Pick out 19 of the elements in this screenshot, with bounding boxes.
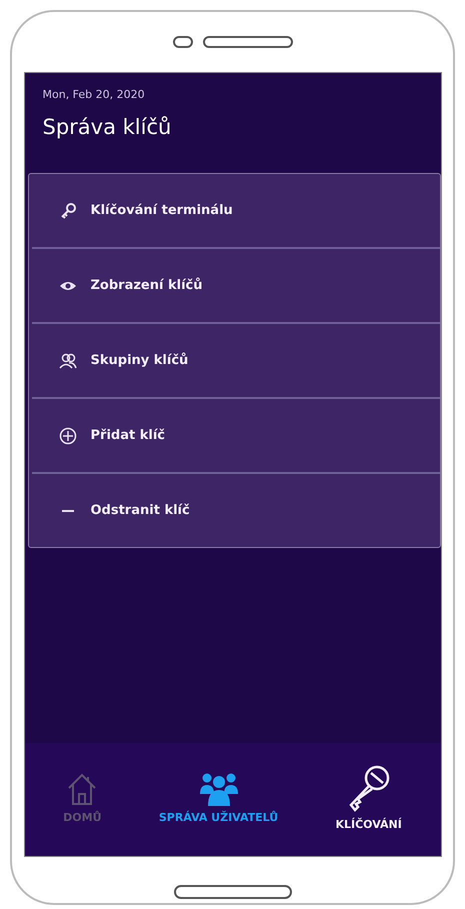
home-button[interactable] bbox=[174, 885, 292, 899]
menu-item[interactable]: Přidat klíč bbox=[90, 426, 165, 446]
menu-item[interactable]: Klíčování terminálu bbox=[90, 200, 233, 220]
camera-icon bbox=[172, 36, 192, 48]
menu-item[interactable]: Zobrazení klíčů bbox=[90, 276, 202, 296]
eye-icon bbox=[58, 280, 76, 292]
group-icon bbox=[58, 352, 76, 368]
date-label: Mon, Feb 20, 2020 bbox=[42, 87, 146, 103]
speaker-icon bbox=[202, 36, 292, 48]
nav-tab[interactable]: SPRÁVA UŽIVATELŮ bbox=[152, 771, 284, 828]
users-icon bbox=[198, 772, 238, 806]
plus-circle-icon bbox=[58, 426, 76, 444]
home-icon bbox=[67, 772, 98, 806]
menu-item[interactable]: Odstranit klíč bbox=[90, 500, 190, 520]
menu-item[interactable]: Skupiny klíčů bbox=[90, 350, 188, 370]
page-title: Správa klíčů bbox=[42, 114, 172, 140]
nav-tab[interactable]: KLÍČOVÁNÍ bbox=[329, 764, 408, 835]
key-icon bbox=[346, 765, 391, 814]
key-icon bbox=[58, 202, 76, 220]
